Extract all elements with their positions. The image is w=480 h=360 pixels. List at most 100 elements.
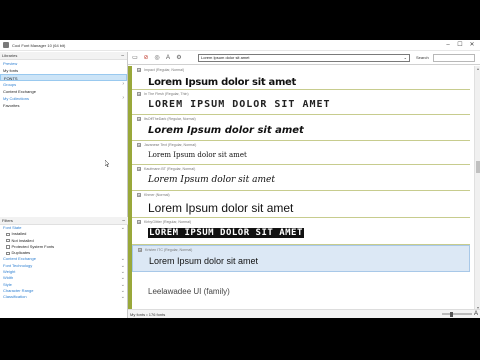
filter-group-label: Classification	[3, 294, 27, 300]
collapse-icon[interactable]: –	[122, 217, 125, 225]
expand-icon[interactable]: ⊞	[137, 143, 141, 147]
sidebar: Libraries – Preview My fonts FONTS Groups › C…	[0, 52, 128, 318]
sidebar-item-label: Content Exchange	[3, 89, 36, 94]
font-list: ⊞ Impact (Regular, Normal) Lorem Ipsum dol…	[128, 66, 480, 310]
filter-group-label: Width	[3, 275, 14, 281]
font-size-icon[interactable]: A	[164, 54, 172, 62]
uninstall-icon[interactable]: ⊘	[142, 54, 150, 62]
font-row[interactable]: ⊞ Khmer (Normal) Lorem Ipsum dolor sit ame…	[132, 191, 470, 218]
font-row-header: ⊞ Kristen ITC (Regular, Normal)	[138, 248, 192, 252]
sidebar-item[interactable]: Preview	[0, 60, 127, 67]
sidebar-item[interactable]: Favorites	[0, 102, 127, 109]
font-meta: Kaufmann BT (Regular, Normal)	[144, 167, 196, 171]
chevron-right-icon[interactable]: ›	[122, 81, 124, 88]
expand-icon[interactable]: ⊞	[137, 92, 141, 96]
font-meta: Javanese Text (Regular, Normal)	[144, 143, 197, 147]
checkbox[interactable]	[6, 232, 10, 237]
chevron-down-icon: ⌄	[120, 294, 125, 301]
font-meta: ItsOffTheDark (Regular, Normal)	[144, 117, 196, 121]
minimize-button[interactable]: –	[442, 40, 454, 51]
library-list: Preview My fonts FONTS Groups › Content Excha…	[0, 60, 127, 109]
close-button[interactable]: ✕	[466, 40, 478, 51]
sidebar-item[interactable]: My Collections ›	[0, 95, 127, 102]
expand-icon[interactable]: ⊞	[137, 167, 141, 171]
preview-text-input[interactable]: Lorem Ipsum dolor sit amet ⌄	[198, 54, 410, 62]
font-row[interactable]: ⊞ Javanese Text (Regular, Normal) Lorem Ip…	[132, 141, 470, 165]
font-sample: Leelawadee UI (family)	[148, 287, 230, 296]
filter-group-font-state[interactable]: Font State ⌄	[0, 225, 128, 231]
font-size-icon: A	[473, 311, 478, 317]
font-state-label: Font State	[3, 225, 22, 230]
font-row[interactable]: Leelawadee UI (family)	[132, 272, 470, 310]
expand-icon[interactable]: ⊞	[138, 248, 142, 252]
font-row[interactable]: ⊞ Kristen ITC (Regular, Normal) Lorem Ipsu…	[132, 245, 470, 272]
sidebar-item[interactable]: FONTS	[0, 74, 127, 81]
chevron-down-icon: ⌄	[120, 225, 125, 231]
filters-label: Filters	[2, 218, 13, 223]
font-meta: In The Flesh (Regular, Thin)	[144, 92, 189, 96]
window-title: Cool Font Manager 10 (64 bit)	[12, 42, 66, 48]
status-bar: My fonts • 176 fonts A	[128, 309, 480, 318]
libraries-label: Libraries	[2, 53, 18, 58]
filter-groups: Content Exchange ⌄ Font Technology ⌄ Weight ⌄…	[0, 256, 128, 300]
zoom-knob[interactable]	[450, 311, 453, 317]
install-icon[interactable]: ◎	[153, 54, 161, 62]
settings-icon[interactable]: ⚙	[175, 54, 183, 62]
expand-icon[interactable]: ⊞	[137, 117, 141, 121]
filter-group-label: Weight	[3, 269, 16, 275]
sidebar-item[interactable]: My fonts	[0, 67, 127, 74]
sidebar-item-label: Favorites	[3, 103, 20, 108]
scrollbar[interactable]: ▴ ▾	[474, 66, 480, 310]
font-row-header: ⊞ Impact (Regular, Normal)	[137, 68, 184, 72]
zoom-slider[interactable]	[442, 311, 472, 317]
font-row[interactable]: ⊞ In The Flesh (Regular, Thin) LOREM IPSUM…	[132, 90, 470, 115]
status-text: My fonts • 176 fonts	[130, 312, 166, 317]
filter-group[interactable]: Classification ⌄	[0, 294, 128, 300]
font-row[interactable]: ⊞ Impact (Regular, Normal) Lorem Ipsum dol…	[132, 66, 470, 90]
search-input[interactable]	[433, 54, 475, 62]
mouse-cursor-icon	[105, 160, 109, 167]
font-row[interactable]: ⊞ Kaufmann BT (Regular, Normal) Lorem Ipsu…	[132, 165, 470, 191]
libraries-header[interactable]: Libraries –	[0, 52, 127, 60]
font-row-header: ⊞ KirbyGlitter (Regular, Normal)	[137, 220, 191, 224]
sidebar-item[interactable]: Groups ›	[0, 81, 127, 88]
font-row-header: ⊞ ItsOffTheDark (Regular, Normal)	[137, 117, 196, 121]
font-row-header: ⊞ In The Flesh (Regular, Thin)	[137, 92, 189, 96]
font-meta: Kristen ITC (Regular, Normal)	[145, 248, 193, 252]
font-sample: Lorem Ipsum dolor sit amet	[149, 256, 259, 266]
preview-text-value: Lorem Ipsum dolor sit amet	[201, 55, 250, 60]
expand-icon[interactable]: ⊞	[137, 220, 141, 224]
font-state-options: Installed Not Installed Protected System F…	[0, 231, 128, 256]
filter-group-label: Character Range	[3, 287, 34, 293]
search-label: Search	[416, 55, 429, 60]
checkbox[interactable]	[6, 245, 10, 249]
font-row[interactable]: ⊞ KirbyGlitter (Regular, Normal) LOREM IPS…	[132, 218, 470, 245]
chevron-right-icon[interactable]: ›	[122, 95, 124, 102]
font-manager-window: Cool Font Manager 10 (64 bit) – ☐ ✕ Libr…	[0, 40, 480, 318]
sidebar-item-label: Groups	[3, 82, 17, 87]
collapse-icon[interactable]: –	[121, 52, 124, 60]
maximize-button[interactable]: ☐	[454, 40, 466, 51]
filter-group-label: Content Exchange	[3, 256, 36, 262]
font-row[interactable]: ⊞ ItsOffTheDark (Regular, Normal) Lorem Ip…	[132, 115, 470, 141]
font-meta: Impact (Regular, Normal)	[144, 68, 185, 72]
chevron-down-icon[interactable]: ⌄	[404, 55, 407, 61]
checkbox[interactable]	[6, 238, 10, 243]
font-sample: LOREM IPSUM DOLOR SIT AMET	[148, 228, 304, 238]
expand-icon[interactable]: ⊞	[137, 193, 141, 197]
expand-icon[interactable]: ⊞	[137, 68, 141, 72]
filter-group-label: Font Technology	[3, 262, 33, 268]
font-sample: Lorem Ipsum dolor sit amet	[148, 201, 294, 215]
sidebar-item[interactable]: Content Exchange	[0, 88, 127, 95]
scroll-thumb[interactable]	[476, 161, 480, 173]
view-icon[interactable]: ▭	[131, 54, 139, 62]
title-bar: Cool Font Manager 10 (64 bit) – ☐ ✕	[0, 40, 480, 51]
font-meta: Khmer (Normal)	[144, 193, 170, 197]
font-meta: KirbyGlitter (Regular, Normal)	[144, 220, 192, 224]
font-sample: Lorem Ipsum dolor sit amet	[148, 151, 247, 159]
font-sample: LOREM IPSUM DOLOR SIT AMET	[148, 99, 331, 110]
scroll-up-icon[interactable]: ▴	[475, 66, 480, 71]
font-row-header: ⊞ Javanese Text (Regular, Normal)	[137, 143, 196, 147]
filters-header[interactable]: Filters –	[0, 217, 128, 225]
checkbox[interactable]	[6, 251, 10, 256]
